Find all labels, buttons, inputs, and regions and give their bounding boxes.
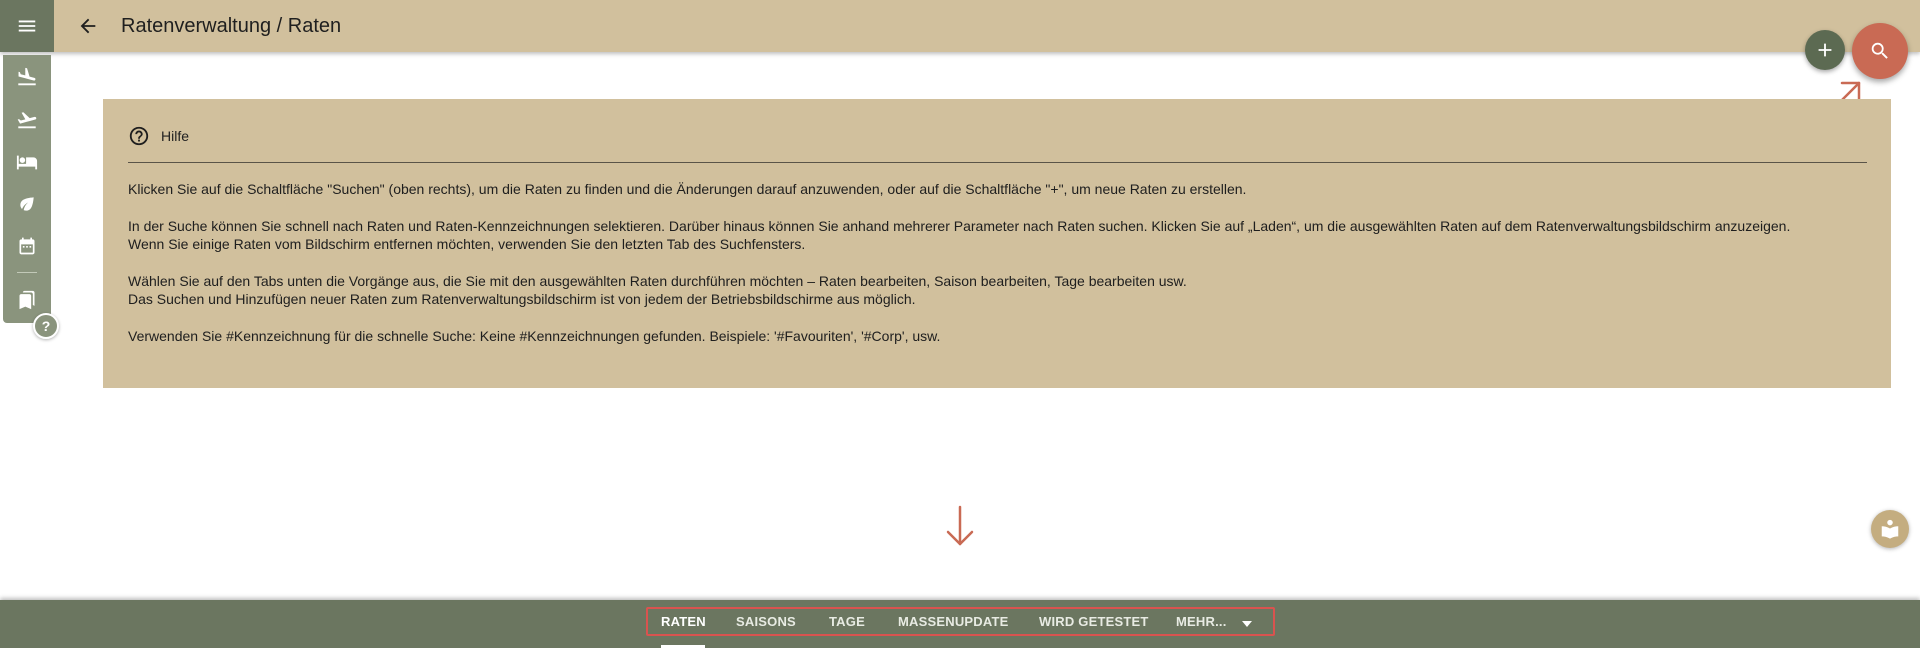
flight-land-icon (18, 67, 36, 86)
guide-button[interactable] (1871, 510, 1909, 548)
plus-icon (1818, 43, 1832, 57)
help-paragraph-3: Wählen Sie auf den Tabs unten die Vorgän… (128, 272, 1873, 308)
help-panel: Hilfe Klicken Sie auf die Schaltfläche "… (103, 99, 1891, 388)
rail-item-bookmarks[interactable] (11, 284, 43, 316)
help-body: Klicken Sie auf die Schaltfläche "Suchen… (128, 180, 1873, 364)
help-paragraph-2-line-1: In der Suche können Sie schnell nach Rat… (128, 218, 1791, 234)
page-title: Ratenverwaltung / Raten (121, 15, 342, 37)
menu-button[interactable] (0, 0, 54, 52)
add-rate-button[interactable] (1805, 30, 1845, 70)
tab-saisons[interactable]: SAISONS (736, 614, 796, 632)
flight-takeoff-icon (17, 112, 37, 129)
bookmarks-icon (19, 290, 35, 310)
tab-tage[interactable]: TAGE (829, 614, 865, 632)
caret-down-icon[interactable] (1240, 617, 1254, 631)
reading-person-icon (1881, 519, 1899, 539)
leaf-icon (20, 197, 34, 211)
arrow-back-icon (80, 18, 96, 34)
help-paragraph-2: In der Suche können Sie schnell nach Rat… (128, 217, 1873, 253)
search-button[interactable] (1852, 23, 1908, 79)
help-title: Hilfe (161, 128, 190, 144)
calendar-icon (19, 237, 35, 255)
rail-help-button[interactable]: ? (33, 313, 59, 339)
back-button[interactable] (74, 12, 102, 40)
left-nav-rail (3, 55, 51, 323)
help-divider (128, 162, 1867, 163)
top-app-bar: Ratenverwaltung / Raten (0, 0, 1920, 52)
rail-item-arrivals[interactable] (11, 61, 43, 93)
help-circle-icon (129, 126, 149, 146)
help-header: Hilfe (128, 124, 189, 148)
help-paragraph-2-line-2: Wenn Sie einige Raten vom Bildschirm ent… (128, 236, 806, 252)
rail-item-departures[interactable] (11, 104, 43, 136)
tab-mehr[interactable]: MEHR... (1176, 614, 1227, 632)
rail-item-eco[interactable] (11, 188, 43, 220)
hint-arrow-down-icon (946, 505, 974, 546)
help-paragraph-1: Klicken Sie auf die Schaltfläche "Suchen… (128, 181, 1247, 197)
help-paragraph-4: Verwenden Sie #Kennzeichnung für die sch… (128, 328, 941, 344)
rail-item-calendar[interactable] (11, 230, 43, 262)
tab-raten[interactable]: RATEN (661, 614, 706, 632)
rail-divider (17, 272, 37, 273)
menu-icon (18, 20, 36, 32)
rail-item-rooms[interactable] (11, 146, 43, 178)
app-root: Ratenverwaltung / Raten ? Hilfe Klicken … (0, 0, 1920, 648)
help-paragraph-3-line-1: Wählen Sie auf den Tabs unten die Vorgän… (128, 273, 1187, 289)
help-paragraph-3-line-2: Das Suchen und Hinzufügen neuer Raten zu… (128, 291, 916, 307)
tab-wird-getestet[interactable]: WIRD GETESTET (1039, 614, 1149, 632)
search-icon (1871, 42, 1888, 59)
hotel-bed-icon (16, 155, 38, 170)
tab-massenupdate[interactable]: MASSENUPDATE (898, 614, 1009, 632)
